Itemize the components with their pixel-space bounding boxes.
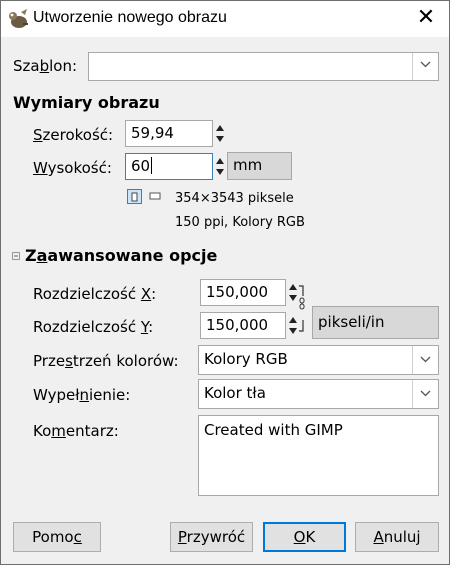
fill-dropdown-button[interactable] (412, 380, 438, 408)
spin-up-icon[interactable] (289, 284, 297, 290)
template-dropdown-button[interactable] (412, 53, 438, 80)
spin-down-icon[interactable] (216, 169, 224, 175)
xres-label: Rozdzielczość X: (33, 285, 157, 303)
template-label: Szablon: (13, 57, 78, 75)
xres-input[interactable]: 150,000 (200, 279, 286, 306)
portrait-button[interactable] (127, 189, 142, 204)
height-input[interactable]: 60 (125, 153, 213, 180)
yres-input[interactable]: 150,000 (200, 312, 286, 339)
width-input[interactable]: 59,94 (125, 120, 213, 147)
resolution-info: 150 ppi, Kolory RGB (175, 215, 305, 230)
template-dropdown[interactable] (88, 52, 439, 81)
landscape-icon (149, 192, 161, 200)
colorspace-dropdown[interactable]: Kolory RGB (198, 345, 439, 375)
unit-dropdown[interactable]: mm (227, 152, 292, 180)
title-bar: Utworzenie nowego obrazu ✕ (1, 1, 449, 37)
comment-label: Komentarz: (33, 422, 119, 440)
reset-button[interactable]: Przywróć (170, 522, 253, 552)
yres-spinner[interactable] (288, 312, 298, 339)
chevron-down-icon (420, 390, 431, 397)
chevron-down-icon (420, 61, 431, 68)
spin-up-icon[interactable] (289, 317, 297, 323)
close-button[interactable]: ✕ (403, 1, 449, 37)
ok-button[interactable]: OK (263, 522, 346, 552)
advanced-options-heading[interactable]: Zaawansowane opcje (25, 246, 217, 265)
spin-down-icon[interactable] (216, 136, 224, 142)
height-spinner[interactable] (215, 153, 225, 180)
width-spinner[interactable] (215, 120, 225, 147)
new-image-dialog: Utworzenie nowego obrazu ✕ Szablon: Wymi… (0, 0, 450, 565)
resolution-unit-dropdown[interactable]: pikseli/in (312, 306, 439, 339)
height-label: Wysokość: (33, 159, 112, 177)
collapse-icon[interactable] (12, 252, 20, 260)
landscape-button[interactable] (148, 189, 163, 204)
chevron-down-icon (420, 356, 431, 363)
spin-down-icon[interactable] (289, 328, 297, 334)
window-title: Utworzenie nowego obrazu (33, 9, 227, 26)
chain-link-icon[interactable] (298, 284, 306, 334)
portrait-icon (131, 192, 138, 202)
cancel-button[interactable]: Anuluj (355, 522, 439, 552)
pixel-size-info: 354×3543 piksele (175, 191, 294, 206)
width-label: Szerokość: (33, 126, 114, 144)
fill-dropdown[interactable]: Kolor tła (198, 379, 439, 409)
dimensions-heading: Wymiary obrazu (13, 93, 160, 112)
text-caret (151, 157, 153, 174)
close-icon: ✕ (416, 5, 436, 30)
yres-label: Rozdzielczość Y: (33, 318, 154, 336)
spin-up-icon[interactable] (216, 125, 224, 131)
spin-down-icon[interactable] (289, 295, 297, 301)
gimp-icon (9, 9, 28, 28)
colorspace-label: Przestrzeń kolorów: (33, 352, 179, 370)
comment-textarea[interactable]: Created with GIMP (198, 415, 439, 496)
fill-label: Wypełnienie: (33, 386, 131, 404)
xres-spinner[interactable] (288, 279, 298, 306)
spin-up-icon[interactable] (216, 158, 224, 164)
help-button[interactable]: Pomoc (13, 522, 101, 552)
colorspace-dropdown-button[interactable] (412, 346, 438, 374)
